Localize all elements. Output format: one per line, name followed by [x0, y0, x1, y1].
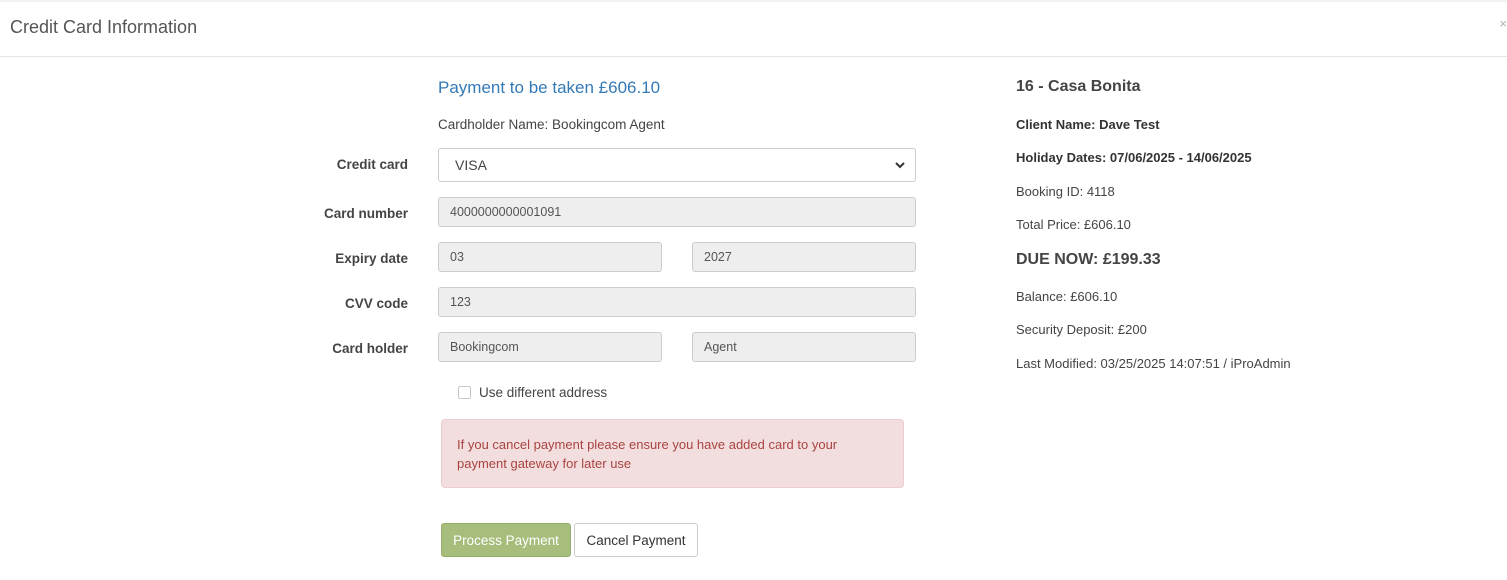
chevron-down-icon [895, 162, 905, 169]
cardholder-name-line: Cardholder Name: Bookingcom Agent [438, 117, 665, 132]
expiry-month-field[interactable]: 03 [438, 242, 662, 272]
last-modified: Last Modified: 03/25/2025 14:07:51 / iPr… [1016, 356, 1291, 371]
client-name: Client Name: Dave Test [1016, 117, 1160, 132]
property-title: 16 - Casa Bonita [1016, 78, 1141, 95]
process-payment-button[interactable]: Process Payment [441, 523, 571, 557]
credit-card-selected-value: VISA [455, 157, 487, 173]
use-different-address-checkbox[interactable] [458, 386, 471, 399]
cancel-payment-button[interactable]: Cancel Payment [574, 523, 698, 557]
total-price: Total Price: £606.10 [1016, 217, 1131, 232]
cvv-code-field[interactable]: 123 [438, 287, 916, 317]
card-number-field[interactable]: 4000000000001091 [438, 197, 916, 227]
card-holder-label: Card holder [332, 341, 408, 356]
close-icon[interactable]: × [1499, 16, 1507, 31]
modal-title: Credit Card Information [10, 17, 198, 37]
expiry-year-field[interactable]: 2027 [692, 242, 916, 272]
card-holder-first-name-field[interactable]: Bookingcom [438, 332, 662, 362]
credit-card-select[interactable]: VISA [438, 148, 916, 182]
payment-amount-title: Payment to be taken £606.10 [438, 78, 661, 97]
modal-header: Credit Card Information × [0, 2, 1507, 57]
cvv-code-label: CVV code [344, 296, 408, 311]
use-different-address-row[interactable]: Use different address [458, 385, 607, 400]
card-holder-last-name-field[interactable]: Agent [692, 332, 916, 362]
balance: Balance: £606.10 [1016, 289, 1118, 304]
booking-id: Booking ID: 4118 [1016, 184, 1115, 199]
credit-card-label: Credit card [336, 157, 408, 172]
holiday-dates: Holiday Dates: 07/06/2025 - 14/06/2025 [1016, 150, 1252, 165]
cancel-warning-alert: If you cancel payment please ensure you … [441, 419, 904, 488]
use-different-address-label: Use different address [479, 385, 608, 400]
expiry-date-label: Expiry date [335, 251, 408, 266]
security-deposit: Security Deposit: £200 [1016, 322, 1147, 337]
due-now-amount: DUE NOW: £199.33 [1016, 251, 1161, 268]
card-number-label: Card number [323, 206, 408, 221]
